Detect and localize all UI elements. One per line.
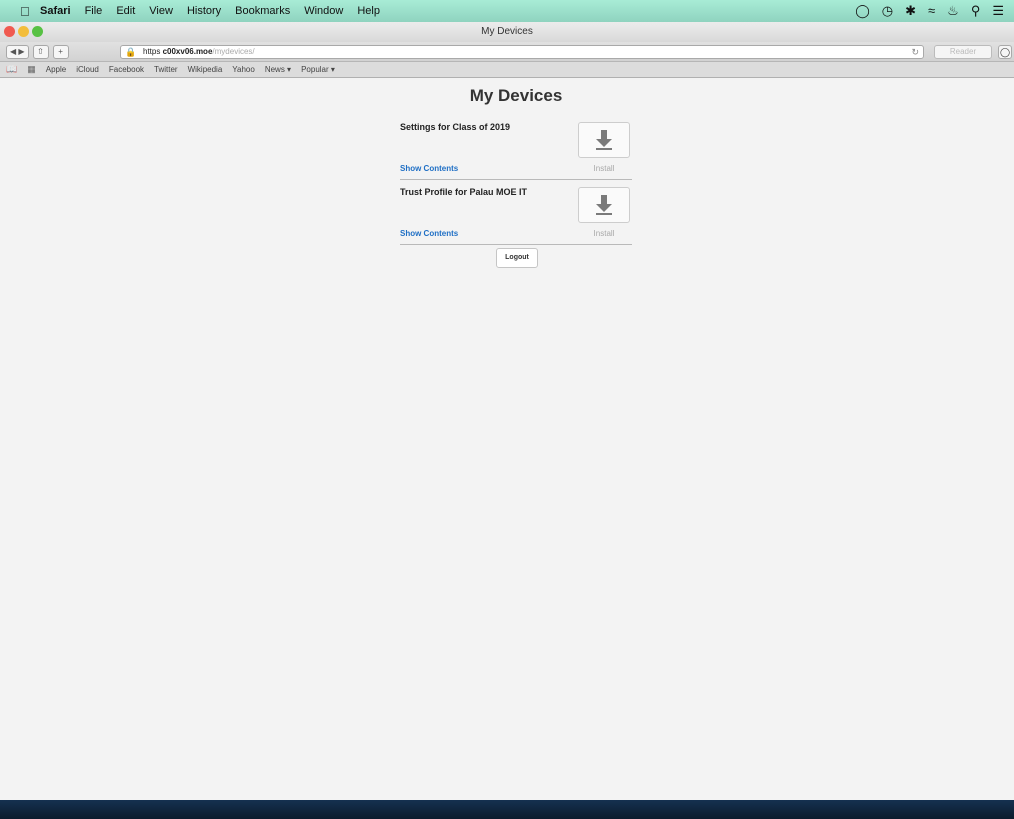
time-machine-icon[interactable]: ◷ xyxy=(882,3,893,19)
install-label: Install xyxy=(593,164,615,173)
reload-icon[interactable]: ↻ xyxy=(911,46,919,58)
bookmarks-bar: 📖 ▦ Apple iCloud Facebook Twitter Wikipe… xyxy=(0,62,1014,78)
toolbar: ◀ ▶ ⇧ + 🔒 https c00xv06.moe/mydevices/ ↻… xyxy=(0,42,1014,62)
show-contents-link[interactable]: Show Contents xyxy=(400,164,458,173)
menu-edit[interactable]: Edit xyxy=(116,5,135,17)
bookmark-news[interactable]: News ▾ xyxy=(265,65,291,74)
bookmark-icloud[interactable]: iCloud xyxy=(76,65,99,74)
profile-row: Trust Profile for Palau MOE IT Show Cont… xyxy=(400,181,632,245)
install-label: Install xyxy=(593,229,615,238)
zoom-button[interactable] xyxy=(32,26,43,37)
bookmark-wikipedia[interactable]: Wikipedia xyxy=(188,65,223,74)
lock-icon: 🔒 xyxy=(125,47,137,57)
browser-window: My Devices ◀ ▶ ⇧ + 🔒 https c00xv06.moe/m… xyxy=(0,22,1014,800)
menu-history[interactable]: History xyxy=(187,5,221,17)
downloads-icon[interactable]: ◯ xyxy=(998,45,1012,59)
window-title: My Devices xyxy=(481,26,533,37)
reader-button[interactable]: Reader xyxy=(934,45,992,59)
back-button[interactable]: ◀ ▶ xyxy=(6,44,29,59)
menu-window[interactable]: Window xyxy=(304,5,343,17)
menu-safari[interactable]: Safari xyxy=(40,5,71,17)
url-scheme: https xyxy=(143,47,161,56)
share-button[interactable]: ⇧ xyxy=(32,44,49,59)
apple-icon[interactable]:  xyxy=(20,4,40,19)
menubar:  Safari File Edit View History Bookmark… xyxy=(0,0,1014,22)
bookmark-yahoo[interactable]: Yahoo xyxy=(232,65,255,74)
top-sites-icon[interactable]: ▦ xyxy=(27,64,36,75)
close-button[interactable] xyxy=(4,26,15,37)
url-path: /mydevices/ xyxy=(212,47,255,56)
address-bar[interactable]: 🔒 https c00xv06.moe/mydevices/ ↻ xyxy=(120,45,924,59)
download-icon xyxy=(596,195,612,215)
status-area: ◯ ◷ ✱ ≈ ♨ ⚲ ☰ xyxy=(855,3,1004,19)
bookmark-apple[interactable]: Apple xyxy=(46,65,66,74)
reading-list-icon[interactable]: 📖 xyxy=(6,64,17,75)
volume-icon[interactable]: ♨ xyxy=(947,3,959,19)
notification-icon[interactable]: ◯ xyxy=(855,3,870,19)
title-bar: My Devices xyxy=(0,22,1014,42)
bookmark-twitter[interactable]: Twitter xyxy=(154,65,178,74)
url-host: c00xv06.moe xyxy=(162,47,213,56)
menu-help[interactable]: Help xyxy=(357,5,380,17)
bluetooth-icon[interactable]: ✱ xyxy=(905,3,916,19)
profile-name: Trust Profile for Palau MOE IT xyxy=(400,187,528,197)
download-icon xyxy=(596,130,612,150)
wifi-icon[interactable]: ≈ xyxy=(928,3,935,19)
new-tab-button[interactable]: + xyxy=(52,44,69,59)
bookmark-popular[interactable]: Popular ▾ xyxy=(301,65,335,74)
install-button[interactable] xyxy=(578,187,630,223)
show-contents-link[interactable]: Show Contents xyxy=(400,229,458,238)
minimize-button[interactable] xyxy=(18,26,29,37)
menu-file[interactable]: File xyxy=(85,5,103,17)
page-content: My Devices Settings for Class of 2019 Sh… xyxy=(0,78,1014,800)
install-button[interactable] xyxy=(578,122,630,158)
menu-bookmarks[interactable]: Bookmarks xyxy=(235,5,290,17)
logout-button[interactable]: Logout xyxy=(496,248,538,268)
page-title: My Devices xyxy=(469,86,563,105)
bookmark-facebook[interactable]: Facebook xyxy=(109,65,144,74)
spotlight-icon[interactable]: ⚲ xyxy=(971,3,981,19)
menu-view[interactable]: View xyxy=(149,5,173,17)
window-controls xyxy=(4,26,43,37)
profile-name: Settings for Class of 2019 xyxy=(400,122,511,132)
desktop-background xyxy=(0,800,1014,819)
notification-center-icon[interactable]: ☰ xyxy=(992,3,1004,19)
profile-row: Settings for Class of 2019 Show Contents… xyxy=(400,116,632,180)
